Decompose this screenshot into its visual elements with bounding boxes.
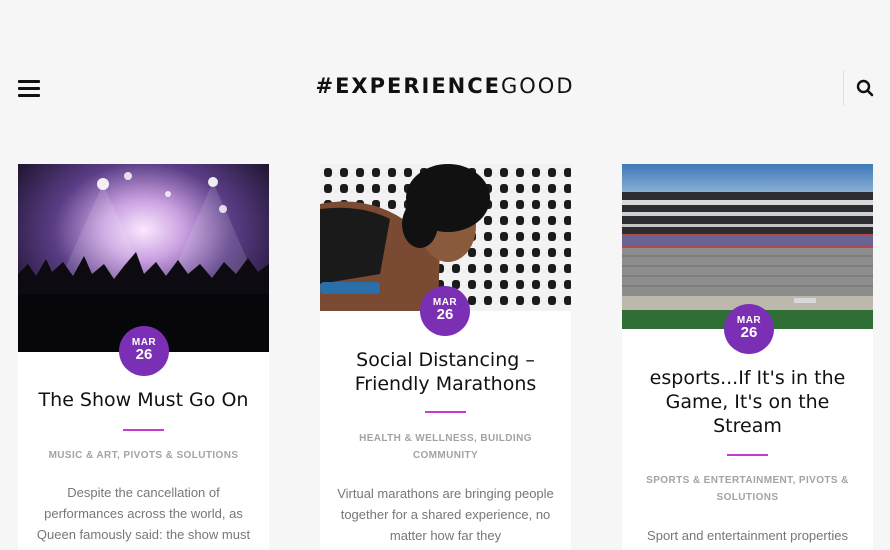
date-badge: MAR 26 bbox=[724, 304, 774, 354]
header-divider bbox=[843, 70, 844, 106]
site-logo[interactable]: #EXPERIENCEGOOD bbox=[0, 74, 890, 98]
date-badge: MAR 26 bbox=[119, 326, 169, 376]
card-categories[interactable]: HEALTH & WELLNESS, BUILDING COMMUNITY bbox=[340, 430, 551, 464]
date-day: 26 bbox=[135, 346, 153, 363]
date-month: MAR bbox=[131, 337, 157, 348]
card-title[interactable]: The Show Must Go On bbox=[30, 388, 257, 412]
article-card[interactable]: MAR 26 Social Distancing – Friendly Mara… bbox=[320, 164, 571, 550]
date-badge: MAR 26 bbox=[420, 286, 470, 336]
site-header: #EXPERIENCEGOOD bbox=[0, 0, 890, 160]
card-title[interactable]: esports...If It's in the Game, It's on t… bbox=[634, 366, 861, 438]
date-month: MAR bbox=[736, 315, 762, 326]
title-accent-line bbox=[425, 411, 466, 413]
date-day: 26 bbox=[740, 324, 758, 341]
card-categories[interactable]: SPORTS & ENTERTAINMENT, PIVOTS & SOLUTIO… bbox=[642, 472, 853, 506]
card-title[interactable]: Social Distancing – Friendly Marathons bbox=[332, 348, 559, 396]
logo-light-text: GOOD bbox=[501, 74, 575, 98]
title-accent-line bbox=[727, 454, 768, 456]
concert-image[interactable] bbox=[18, 164, 269, 352]
card-excerpt: Virtual marathons are bringing people to… bbox=[337, 486, 554, 543]
article-card[interactable]: MAR 26 esports...If It's in the Game, It… bbox=[622, 164, 873, 550]
card-categories[interactable]: MUSIC & ART, PIVOTS & SOLUTIONS bbox=[38, 447, 249, 464]
date-day: 26 bbox=[436, 306, 454, 323]
article-card[interactable]: MAR 26 The Show Must Go On MUSIC & ART, … bbox=[18, 164, 269, 550]
card-excerpt: Sport and entertainment properties bbox=[647, 528, 848, 543]
date-month: MAR bbox=[432, 297, 458, 308]
logo-bold-text: #EXPERIENCE bbox=[315, 74, 501, 98]
search-icon[interactable] bbox=[856, 79, 874, 97]
card-excerpt: Despite the cancellation of performances… bbox=[36, 485, 251, 542]
title-accent-line bbox=[123, 429, 164, 431]
